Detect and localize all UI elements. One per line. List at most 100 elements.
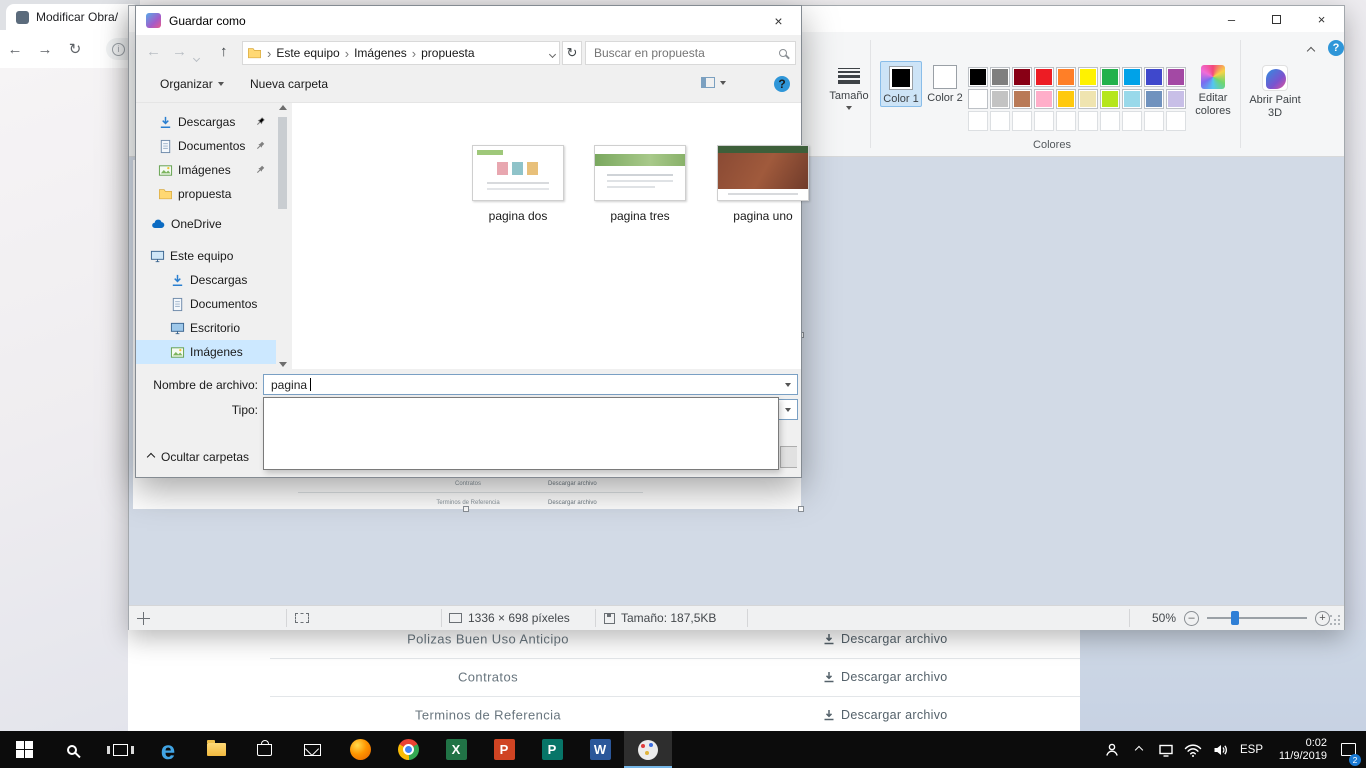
maximize-button[interactable] (1254, 6, 1299, 32)
palette-swatch[interactable] (1166, 89, 1186, 109)
palette-swatch[interactable] (968, 111, 988, 131)
breadcrumb-item[interactable]: Este equipo (276, 46, 339, 60)
hide-folders-button[interactable]: Ocultar carpetas (148, 450, 249, 464)
refresh-button[interactable] (562, 41, 582, 65)
recent-locations-icon[interactable] (194, 48, 199, 65)
chevron-down-icon[interactable] (779, 400, 797, 419)
publisher-taskbar-icon[interactable]: P (528, 731, 576, 768)
scroll-up-icon[interactable] (279, 105, 287, 110)
sidebar-item-documentos-pc[interactable]: Documentos (136, 292, 276, 316)
sidebar-item-onedrive[interactable]: OneDrive (136, 212, 276, 236)
palette-swatch[interactable] (1122, 67, 1142, 87)
palette-swatch[interactable] (968, 89, 988, 109)
color1-button[interactable]: Color 1 (880, 61, 922, 107)
scroll-down-icon[interactable] (279, 362, 287, 367)
task-view-button[interactable] (96, 731, 144, 768)
show-hidden-icons[interactable] (1127, 731, 1151, 768)
palette-swatch[interactable] (1122, 89, 1142, 109)
browser-back-icon[interactable] (0, 41, 30, 58)
browser-reload-icon[interactable] (60, 40, 90, 58)
file-pagina-dos[interactable]: pagina dos (463, 145, 573, 223)
palette-swatch[interactable] (968, 67, 988, 87)
breadcrumb-item[interactable]: propuesta (421, 46, 474, 60)
button-fragment[interactable] (780, 446, 797, 468)
palette-swatch[interactable] (1034, 67, 1054, 87)
dialog-help-icon[interactable] (774, 76, 790, 92)
palette-swatch[interactable] (1100, 89, 1120, 109)
sidebar-item-propuesta[interactable]: propuesta (136, 182, 276, 206)
resize-handle-corner[interactable] (798, 506, 804, 512)
sidebar-item-escritorio[interactable]: Escritorio (136, 316, 276, 340)
sidebar-item-descargas[interactable]: Descargas (136, 110, 276, 134)
resize-grip[interactable] (1330, 615, 1342, 627)
palette-swatch[interactable] (1100, 111, 1120, 131)
wifi-icon[interactable] (1181, 731, 1205, 768)
close-button[interactable] (1299, 6, 1344, 32)
palette-swatch[interactable] (1122, 111, 1142, 131)
excel-taskbar-icon[interactable]: X (432, 731, 480, 768)
language-indicator[interactable]: ESP (1235, 744, 1268, 756)
zoom-in-button[interactable] (1315, 611, 1330, 626)
zoom-slider-thumb[interactable] (1231, 611, 1239, 625)
zoom-slider[interactable] (1207, 610, 1307, 626)
edge-taskbar-icon[interactable]: e (144, 731, 192, 768)
chevron-down-icon[interactable] (779, 375, 797, 394)
size-button[interactable]: Tamaño (826, 61, 872, 110)
sidebar-scrollbar[interactable] (277, 103, 289, 369)
palette-swatch[interactable] (1100, 67, 1120, 87)
palette-swatch[interactable] (1166, 67, 1186, 87)
sidebar-item-documentos[interactable]: Documentos (136, 134, 276, 158)
palette-swatch[interactable] (1144, 111, 1164, 131)
firefox-taskbar-icon[interactable] (336, 731, 384, 768)
chrome-taskbar-icon[interactable] (384, 731, 432, 768)
file-explorer-taskbar-icon[interactable] (192, 731, 240, 768)
volume-icon[interactable] (1208, 731, 1232, 768)
sidebar-item-descargas-pc[interactable]: Descargas (136, 268, 276, 292)
minimize-button[interactable] (1209, 6, 1254, 32)
sidebar-item-imagenes-pc[interactable]: Imágenes (136, 340, 276, 364)
palette-swatch[interactable] (1078, 67, 1098, 87)
sidebar-item-este-equipo[interactable]: Este equipo (136, 244, 276, 268)
search-button[interactable] (48, 731, 96, 768)
organize-button[interactable]: Organizar (160, 77, 224, 91)
filetype-dropdown-list[interactable] (263, 397, 779, 470)
palette-swatch[interactable] (1144, 67, 1164, 87)
paint-taskbar-icon[interactable] (624, 731, 672, 768)
palette-swatch[interactable] (990, 111, 1010, 131)
file-pagina-tres[interactable]: pagina tres (585, 145, 695, 223)
scrollbar-thumb[interactable] (278, 117, 287, 209)
palette-swatch[interactable] (1078, 89, 1098, 109)
open-paint3d-button[interactable]: Abrir Paint 3D (1248, 61, 1302, 119)
search-input[interactable]: Buscar en propuesta (585, 41, 796, 65)
download-link[interactable]: Descargar archivo (823, 708, 948, 722)
chevron-down-icon[interactable] (550, 46, 555, 60)
browser-tab[interactable]: Modificar Obra/ (6, 4, 140, 30)
breadcrumb[interactable]: Este equipo Imágenes propuesta (242, 41, 560, 65)
palette-swatch[interactable] (1078, 111, 1098, 131)
palette-swatch[interactable] (1056, 89, 1076, 109)
word-taskbar-icon[interactable]: W (576, 731, 624, 768)
download-link[interactable]: Descargar archivo (823, 670, 948, 684)
start-button[interactable] (0, 731, 48, 768)
file-pagina-uno[interactable]: pagina uno (708, 145, 818, 223)
action-center-icon[interactable]: 2 (1336, 731, 1360, 768)
forward-icon[interactable] (172, 43, 187, 60)
collapse-ribbon-icon[interactable] (1308, 43, 1314, 57)
palette-swatch[interactable] (1012, 67, 1032, 87)
views-button[interactable] (701, 77, 726, 88)
palette-swatch[interactable] (1012, 89, 1032, 109)
breadcrumb-item[interactable]: Imágenes (354, 46, 407, 60)
palette-swatch[interactable] (1144, 89, 1164, 109)
up-icon[interactable] (220, 43, 228, 60)
color2-button[interactable]: Color 2 (924, 61, 966, 105)
store-taskbar-icon[interactable] (240, 731, 288, 768)
new-folder-button[interactable]: Nueva carpeta (250, 77, 328, 91)
palette-swatch[interactable] (1056, 67, 1076, 87)
back-icon[interactable] (146, 43, 161, 60)
filename-input[interactable]: pagina (263, 374, 798, 395)
palette-swatch[interactable] (1034, 111, 1054, 131)
palette-swatch[interactable] (990, 89, 1010, 109)
resize-handle-bottom[interactable] (463, 506, 469, 512)
clock[interactable]: 0:02 11/9/2019 (1271, 737, 1333, 763)
palette-swatch[interactable] (990, 67, 1010, 87)
